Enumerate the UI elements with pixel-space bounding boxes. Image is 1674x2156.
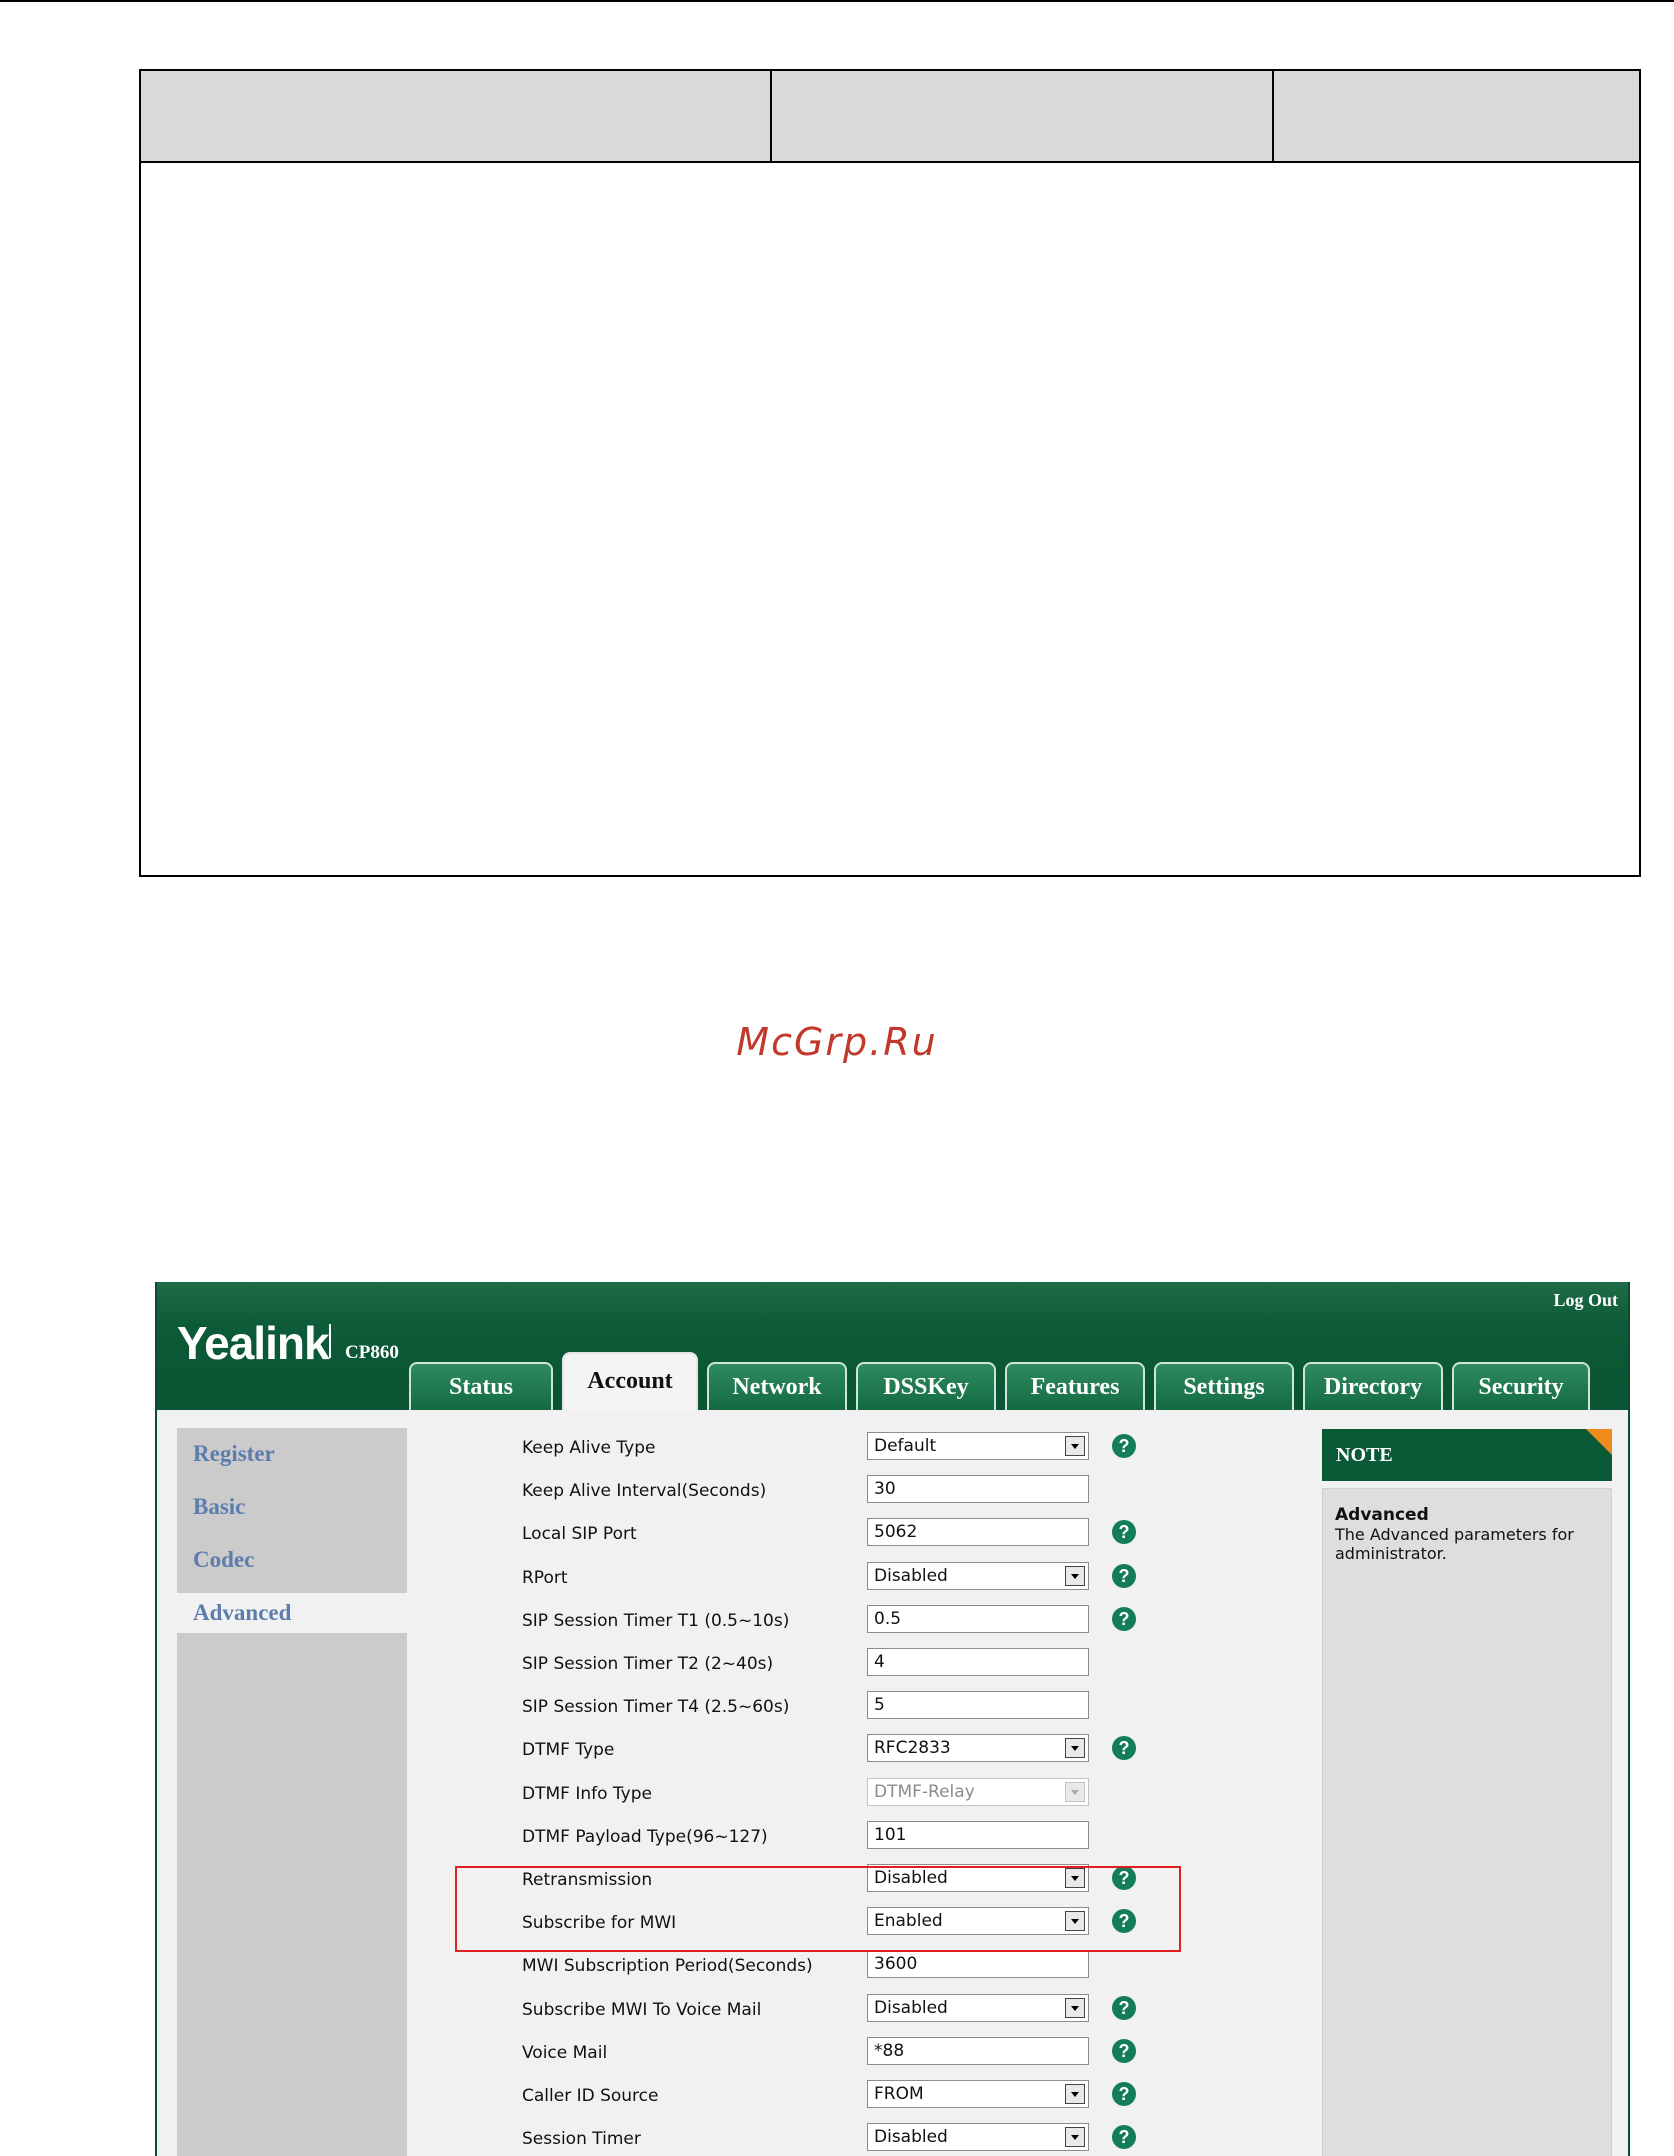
rport-value: Disabled (874, 1565, 948, 1586)
help-icon[interactable]: ? (1112, 1520, 1136, 1545)
session-timer-select[interactable]: Disabled (867, 2123, 1089, 2152)
chevron-down-icon[interactable] (1065, 1565, 1085, 1586)
subscribe-mwi-to-voice-mail-value: Disabled (874, 1997, 948, 2018)
help-icon[interactable]: ? (1112, 2038, 1136, 2063)
yealink-logo: Yealink (177, 1317, 330, 1369)
help-icon[interactable]: ? (1112, 2125, 1136, 2150)
keep-alive-type-select[interactable]: Default (867, 1432, 1089, 1460)
subscribe-mwi-to-voice-mail-label: Subscribe MWI To Voice Mail (522, 1999, 762, 2020)
sidebar-item-register[interactable]: Register (157, 1434, 407, 1474)
chevron-down-icon (1065, 1781, 1085, 1802)
chevron-down-icon[interactable] (1065, 2084, 1085, 2104)
tab-directory[interactable]: Directory (1303, 1362, 1443, 1410)
dtmf-info-type-label: DTMF Info Type (522, 1783, 652, 1804)
voice-mail-label: Voice Mail (522, 2042, 608, 2063)
rport-select[interactable]: Disabled (867, 1561, 1089, 1590)
chevron-down-icon[interactable] (1065, 1436, 1085, 1456)
logo-separator (329, 1324, 331, 1358)
mwi-subscription-period-seconds-label: MWI Subscription Period(Seconds) (522, 1956, 813, 1977)
note-header: NOTE (1322, 1429, 1612, 1481)
sip-session-timer-t4-2-5-60s-input[interactable]: 5 (867, 1691, 1089, 1720)
watermark: McGrp.Ru (736, 1020, 938, 1064)
dtmf-payload-type-96-127-input[interactable]: 101 (867, 1820, 1089, 1849)
web-ui-screenshot: Yealink CP860 Log Out Status Account Netwo… (155, 1282, 1630, 2156)
sip-session-timer-t4-2-5-60s-label: SIP Session Timer T4 (2.5~60s) (522, 1697, 790, 1718)
caller-id-source-value: FROM (874, 2084, 924, 2104)
app-header: Yealink CP860 Log Out Status Account Netwo… (157, 1282, 1628, 1412)
dtmf-info-type-select: DTMF-Relay (867, 1777, 1089, 1806)
sip-session-timer-t1-0-5-10s-input[interactable]: 0.5 (867, 1604, 1089, 1633)
tab-account[interactable]: Account (562, 1352, 698, 1412)
help-icon[interactable]: ? (1112, 1606, 1136, 1631)
tab-status[interactable]: Status (409, 1362, 553, 1410)
keep-alive-type-value: Default (874, 1436, 937, 1456)
mwi-subscription-period-seconds-value: 3600 (874, 1954, 918, 1975)
keep-alive-interval-seconds-input[interactable]: 30 (867, 1475, 1089, 1504)
dtmf-payload-type-96-127-value: 101 (874, 1824, 907, 1845)
model-name: CP860 (345, 1342, 399, 1363)
sip-session-timer-t1-0-5-10s-label: SIP Session Timer T1 (0.5~10s) (522, 1610, 790, 1631)
sip-session-timer-t2-2-40s-label: SIP Session Timer T2 (2~40s) (522, 1654, 774, 1674)
keep-alive-type-label: Keep Alive Type (522, 1438, 656, 1458)
help-icon[interactable]: ? (1112, 2082, 1136, 2106)
sidebar-item-basic[interactable]: Basic (157, 1487, 407, 1527)
table-header-row (141, 71, 1639, 163)
sidebar (177, 1428, 407, 2156)
note-panel: Advanced The Advanced parameters for adm… (1322, 1488, 1612, 2156)
local-sip-port-value: 5062 (874, 1522, 918, 1543)
dtmf-info-type-value: DTMF-Relay (874, 1781, 975, 1802)
dtmf-type-label: DTMF Type (522, 1740, 615, 1761)
session-timer-label: Session Timer (522, 2129, 641, 2150)
mwi-subscription-period-seconds-input[interactable]: 3600 (867, 1950, 1089, 1979)
content-area: Register Basic Codec Advanced Keep Alive Ty… (157, 1410, 1628, 2156)
chevron-down-icon[interactable] (1065, 1997, 1085, 2018)
document-table (139, 69, 1641, 877)
dtmf-type-select[interactable]: RFC2833 (867, 1734, 1089, 1763)
note-title: Advanced (1335, 1505, 1429, 1525)
table-column-separator (1272, 71, 1274, 161)
chevron-down-icon[interactable] (1065, 2127, 1085, 2148)
local-sip-port-input[interactable]: 5062 (867, 1518, 1089, 1547)
caller-id-source-select[interactable]: FROM (867, 2080, 1089, 2108)
tab-features[interactable]: Features (1005, 1362, 1145, 1410)
top-rule (0, 0, 1674, 2)
note-header-label: NOTE (1336, 1444, 1393, 1466)
sip-session-timer-t4-2-5-60s-value: 5 (874, 1695, 885, 1716)
subscribe-mwi-to-voice-mail-select[interactable]: Disabled (867, 1993, 1089, 2022)
sidebar-item-advanced[interactable]: Advanced (177, 1593, 409, 1633)
caller-id-source-label: Caller ID Source (522, 2086, 659, 2106)
table-column-separator (770, 71, 772, 161)
sip-session-timer-t2-2-40s-input[interactable]: 4 (867, 1648, 1089, 1676)
local-sip-port-label: Local SIP Port (522, 1524, 637, 1545)
help-icon[interactable]: ? (1112, 1563, 1136, 1588)
highlight-box (455, 1866, 1181, 1952)
rport-label: RPort (522, 1567, 568, 1588)
help-icon[interactable]: ? (1112, 1434, 1136, 1458)
help-icon[interactable]: ? (1112, 1736, 1136, 1761)
dtmf-payload-type-96-127-label: DTMF Payload Type(96~127) (522, 1826, 768, 1847)
sip-session-timer-t2-2-40s-value: 4 (874, 1652, 885, 1672)
keep-alive-interval-seconds-label: Keep Alive Interval(Seconds) (522, 1481, 767, 1502)
sip-session-timer-t1-0-5-10s-value: 0.5 (874, 1608, 902, 1629)
voice-mail-value: *88 (874, 2040, 905, 2061)
sidebar-item-codec[interactable]: Codec (157, 1540, 407, 1580)
help-icon[interactable]: ? (1112, 1995, 1136, 2020)
note-text: The Advanced parameters for administrato… (1335, 1525, 1574, 1563)
chevron-down-icon[interactable] (1065, 1738, 1085, 1759)
tab-security[interactable]: Security (1452, 1362, 1590, 1410)
tab-settings[interactable]: Settings (1154, 1362, 1294, 1410)
voice-mail-input[interactable]: *88 (867, 2036, 1089, 2065)
keep-alive-interval-seconds-value: 30 (874, 1479, 896, 1500)
session-timer-value: Disabled (874, 2127, 948, 2148)
tab-network[interactable]: Network (707, 1362, 847, 1410)
tab-dsskey[interactable]: DSSKey (856, 1362, 996, 1410)
dtmf-type-value: RFC2833 (874, 1738, 951, 1759)
logout-link[interactable]: Log Out (1553, 1290, 1618, 1311)
note-corner-icon (1586, 1429, 1612, 1455)
